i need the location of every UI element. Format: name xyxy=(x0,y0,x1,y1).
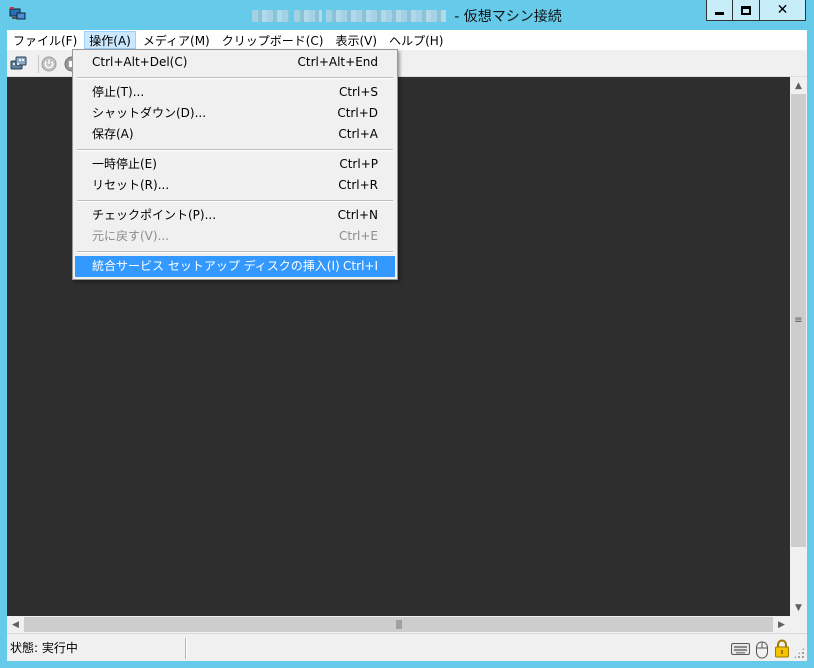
redacted-vm-name xyxy=(294,10,323,22)
action-menu-dropdown: Ctrl+Alt+Del(C) Ctrl+Alt+End 停止(T)... Ctrl… xyxy=(72,49,398,280)
menu-item-label: 停止(T)... xyxy=(92,85,145,99)
menu-item-label: 一時停止(E) xyxy=(92,157,157,171)
scroll-up-button[interactable]: ▲ xyxy=(790,77,807,94)
mouse-icon xyxy=(756,641,768,659)
menu-item-shortcut: Ctrl+P xyxy=(339,157,378,171)
menu-item-shortcut: Ctrl+S xyxy=(338,85,378,99)
status-bar: 状態: 実行中 xyxy=(7,633,807,661)
menu-item-label: 統合サービス セットアップ ディスクの挿入(I) xyxy=(92,259,340,273)
chevron-left-icon: ◀ xyxy=(12,619,19,630)
menu-bar: ファイル(F) 操作(A) メディア(M) クリップボード(C) 表示(V) ヘ… xyxy=(7,30,807,50)
ctrl-alt-del-button[interactable] xyxy=(10,55,28,72)
menu-item-shortcut: Ctrl+A xyxy=(338,127,378,141)
grip-icon: ≡ xyxy=(794,315,803,326)
redacted-vm-name xyxy=(326,10,447,22)
menu-item-checkpoint[interactable]: チェックポイント(P)... Ctrl+N xyxy=(75,205,395,226)
menu-item-label: 保存(A) xyxy=(92,127,134,141)
status-text: 状態: 実行中 xyxy=(10,641,78,655)
vertical-scroll-thumb[interactable]: ≡ xyxy=(791,94,806,547)
close-button[interactable]: ✕ xyxy=(760,0,806,21)
menu-item-label: チェックポイント(P)... xyxy=(92,208,217,222)
maximize-button[interactable] xyxy=(733,0,760,21)
menu-file[interactable]: ファイル(F) xyxy=(8,31,82,49)
ctrl-alt-del-icon xyxy=(10,56,27,70)
menu-action[interactable]: 操作(A) xyxy=(84,31,136,49)
scrollbar-corner xyxy=(790,616,807,633)
redacted-vm-name xyxy=(252,10,291,22)
lock-icon xyxy=(775,639,789,658)
horizontal-scroll-thumb[interactable]: ||| xyxy=(24,617,773,632)
scroll-right-button[interactable]: ▶ xyxy=(773,616,790,633)
vertical-scrollbar[interactable]: ▲ ≡ ▼ xyxy=(790,77,807,616)
menu-separator xyxy=(75,145,395,154)
menu-item-shortcut: Ctrl+Alt+End xyxy=(297,55,378,69)
vm-connection-window: - 仮想マシン接続 ✕ ファイル(F) 操作(A) メディア(M) クリップボー… xyxy=(0,0,814,668)
menu-separator xyxy=(75,196,395,205)
chevron-up-icon: ▲ xyxy=(795,80,802,91)
menu-item-shortcut: Ctrl+D xyxy=(337,106,378,120)
status-divider xyxy=(186,638,187,659)
minimize-button[interactable] xyxy=(706,0,733,21)
menu-item-label: シャットダウン(D)... xyxy=(92,106,207,120)
menu-separator xyxy=(75,73,395,82)
menu-item-pause[interactable]: 一時停止(E) Ctrl+P xyxy=(75,154,395,175)
menu-view[interactable]: 表示(V) xyxy=(331,31,383,49)
menu-item-revert: 元に戻す(V)... Ctrl+E xyxy=(75,226,395,247)
maximize-icon xyxy=(741,5,751,15)
close-icon: ✕ xyxy=(776,2,789,18)
scroll-left-button[interactable]: ◀ xyxy=(7,616,24,633)
minimize-icon xyxy=(715,11,724,15)
menu-item-shortcut: Ctrl+E xyxy=(339,229,378,243)
toolbar-separator xyxy=(38,55,39,73)
menu-item-turn-off[interactable]: 停止(T)... Ctrl+S xyxy=(75,82,395,103)
menu-media[interactable]: メディア(M) xyxy=(138,31,215,49)
scroll-down-button[interactable]: ▼ xyxy=(790,599,807,616)
title-bar[interactable]: - 仮想マシン接続 ✕ xyxy=(0,0,814,30)
menu-item-insert-integration-disk[interactable]: 統合サービス セットアップ ディスクの挿入(I) Ctrl+I xyxy=(75,256,395,277)
menu-item-ctrl-alt-del[interactable]: Ctrl+Alt+Del(C) Ctrl+Alt+End xyxy=(75,52,395,73)
menu-item-label: リセット(R)... xyxy=(92,178,170,192)
menu-item-label: 元に戻す(V)... xyxy=(92,229,170,243)
menu-item-shortcut: Ctrl+I xyxy=(343,259,378,273)
power-off-button[interactable] xyxy=(40,55,58,72)
window-title-text: - 仮想マシン接続 xyxy=(454,9,562,25)
menu-help[interactable]: ヘルプ(H) xyxy=(384,31,448,49)
menu-item-shutdown[interactable]: シャットダウン(D)... Ctrl+D xyxy=(75,103,395,124)
menu-clipboard[interactable]: クリップボード(C) xyxy=(217,31,329,49)
window-controls: ✕ xyxy=(706,0,806,21)
menu-item-shortcut: Ctrl+N xyxy=(337,208,378,222)
power-off-icon xyxy=(41,56,57,71)
horizontal-scrollbar[interactable]: ◀ ||| ▶ xyxy=(7,616,790,633)
chevron-down-icon: ▼ xyxy=(795,602,802,613)
grip-icon: ||| xyxy=(395,619,402,630)
menu-item-save[interactable]: 保存(A) Ctrl+A xyxy=(75,124,395,145)
menu-item-reset[interactable]: リセット(R)... Ctrl+R xyxy=(75,175,395,196)
chevron-right-icon: ▶ xyxy=(778,619,785,630)
menu-item-shortcut: Ctrl+R xyxy=(338,178,378,192)
window-title: - 仮想マシン接続 xyxy=(0,6,814,26)
resize-grip[interactable] xyxy=(793,647,805,659)
menu-separator xyxy=(75,247,395,256)
keyboard-icon xyxy=(731,643,750,655)
menu-item-label: Ctrl+Alt+Del(C) xyxy=(92,55,188,69)
